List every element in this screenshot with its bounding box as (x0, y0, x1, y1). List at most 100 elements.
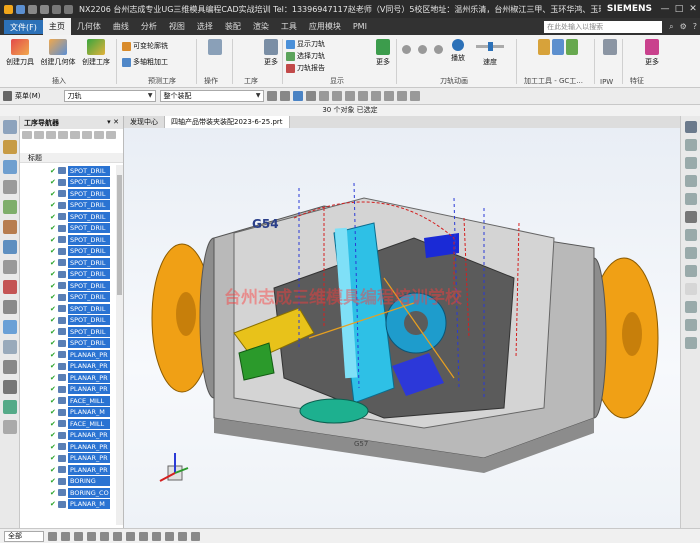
snap-icon[interactable] (409, 91, 420, 101)
tab-assembly[interactable]: 装配 (219, 21, 247, 32)
bottom-filter-select[interactable]: 全部 (4, 530, 44, 542)
operation-row[interactable]: ✔ PLANAR_M (20, 499, 123, 511)
operation-row[interactable]: ✔ SPOT_DRIL (20, 326, 123, 338)
operation-row[interactable]: ✔ PLANAR_PR (20, 372, 123, 384)
pan-icon[interactable] (684, 193, 697, 205)
snap-icon[interactable] (344, 91, 355, 101)
operation-row[interactable]: ✔ SPOT_DRIL (20, 246, 123, 258)
type-filter-select[interactable]: 刀轨 (63, 90, 156, 102)
operation-row[interactable]: ✔ SPOT_DRIL (20, 292, 123, 304)
info-icon[interactable] (2, 340, 17, 354)
cut-icon[interactable] (52, 4, 61, 14)
search-icon[interactable]: ⌕ (666, 22, 676, 32)
save-icon[interactable] (16, 4, 25, 14)
tab-analysis[interactable]: 分析 (135, 21, 163, 32)
operation-row[interactable]: ✔ PLANAR_PR (20, 441, 123, 453)
history-icon[interactable] (2, 200, 17, 214)
tab-render[interactable]: 渲染 (247, 21, 275, 32)
operation-more-button[interactable] (202, 39, 228, 57)
roles-icon[interactable] (2, 260, 17, 274)
globe-icon[interactable] (2, 400, 17, 414)
operation-row[interactable]: ✔ SPOT_DRIL (20, 223, 123, 235)
path-report-button[interactable]: 刀轨报告 (286, 63, 325, 73)
tab-part-file[interactable]: 四轴产品带装夹装配2023-6-25.prt (165, 116, 290, 128)
graphics-window[interactable]: G54 台州志成三维模具编程培训学校 G57 (124, 128, 680, 528)
create-geometry-button[interactable]: 创建几何体 (40, 39, 76, 67)
machine-icon[interactable] (2, 300, 17, 314)
tab-tools[interactable]: 工具 (275, 21, 303, 32)
bottom-tool-icon[interactable] (48, 531, 57, 541)
fit-view-icon[interactable] (684, 139, 697, 151)
hide-icon[interactable] (684, 337, 697, 349)
view-icon[interactable] (106, 131, 116, 139)
web-icon[interactable] (2, 240, 17, 254)
operation-row[interactable]: ✔ SPOT_DRIL (20, 211, 123, 223)
column-header-title[interactable]: 标题 (20, 153, 123, 163)
bottom-tool-icon[interactable] (100, 531, 109, 541)
nx-logo-icon[interactable] (4, 4, 13, 14)
operation-row[interactable]: ✔ BORING (20, 476, 123, 488)
variable-contour-button[interactable]: 可变轮廓铣 (122, 41, 168, 51)
view-icon[interactable] (82, 131, 92, 139)
camera-icon[interactable] (2, 380, 17, 394)
operation-row[interactable]: ✔ SPOT_DRIL (20, 257, 123, 269)
tab-select[interactable]: 选择 (191, 21, 219, 32)
operation-row[interactable]: ✔ PLANAR_PR (20, 384, 123, 396)
copy-icon[interactable] (64, 4, 73, 14)
snap-icon[interactable] (318, 91, 329, 101)
create-tool-button[interactable]: 创建刀具 (4, 39, 36, 67)
redo-icon[interactable] (40, 4, 49, 14)
step-forward-button[interactable] (432, 45, 444, 56)
operation-row[interactable]: ✔ SPOT_DRIL (20, 338, 123, 350)
operation-row[interactable]: ✔ SPOT_DRIL (20, 200, 123, 212)
bottom-tool-icon[interactable] (61, 531, 70, 541)
view-icon[interactable] (22, 131, 32, 139)
menu-icon[interactable] (3, 91, 12, 101)
ipw-button[interactable] (598, 39, 622, 57)
orient-icon[interactable] (684, 247, 697, 259)
tab-curve[interactable]: 曲线 (107, 21, 135, 32)
operation-row[interactable]: ✔ SPOT_DRIL (20, 177, 123, 189)
operation-row[interactable]: ✔ SPOT_DRIL (20, 234, 123, 246)
rewind-button[interactable] (400, 45, 412, 56)
menu-button[interactable]: 菜单(M) (12, 91, 44, 101)
bottom-tool-icon[interactable] (87, 531, 96, 541)
multiaxis-rough-button[interactable]: 多轴粗加工 (122, 57, 168, 67)
tab-discovery-center[interactable]: 发现中心 (124, 116, 165, 128)
bottom-tool-icon[interactable] (113, 531, 122, 541)
snap-icon[interactable] (331, 91, 342, 101)
settings-icon[interactable] (2, 360, 17, 374)
tab-geometry[interactable]: 几何体 (71, 21, 107, 32)
undo-icon[interactable] (28, 4, 37, 14)
bottom-tool-icon[interactable] (74, 531, 83, 541)
show-path-button[interactable]: 显示刀轨 (286, 39, 325, 49)
filter-icon[interactable] (279, 91, 290, 101)
snap-icon[interactable] (370, 91, 381, 101)
snap-icon[interactable] (396, 91, 407, 101)
file-menu[interactable]: 文件(F) (4, 19, 43, 34)
tab-view[interactable]: 视图 (163, 21, 191, 32)
rotate-icon[interactable] (684, 175, 697, 187)
tab-home[interactable]: 主页 (42, 18, 71, 35)
maximize-button[interactable]: □ (672, 4, 686, 14)
palette-icon[interactable] (2, 280, 17, 294)
assembly-icon[interactable] (2, 140, 17, 154)
minimize-button[interactable]: — (658, 4, 672, 14)
help-icon[interactable]: ? (690, 22, 700, 31)
create-operation-button[interactable]: 创建工序 (80, 39, 112, 67)
selection-icon[interactable] (292, 91, 303, 101)
operation-row[interactable]: ✔ PLANAR_PR (20, 453, 123, 465)
feature-more-button[interactable]: 更多 (640, 39, 664, 67)
snap-icon[interactable] (383, 91, 394, 101)
navigator-scrollbar[interactable] (116, 165, 123, 525)
settings-icon[interactable]: ⚙ (677, 22, 690, 31)
operation-row[interactable]: ✔ PLANAR_PR (20, 349, 123, 361)
view-icon[interactable] (94, 131, 104, 139)
section-icon[interactable] (684, 265, 697, 277)
snap-icon[interactable] (305, 91, 316, 101)
view-icon[interactable] (58, 131, 68, 139)
operation-row[interactable]: ✔ FACE_MILL (20, 418, 123, 430)
operation-row[interactable]: ✔ SPOT_DRIL (20, 280, 123, 292)
background-icon[interactable] (684, 283, 697, 295)
snap-icon[interactable] (266, 91, 277, 101)
